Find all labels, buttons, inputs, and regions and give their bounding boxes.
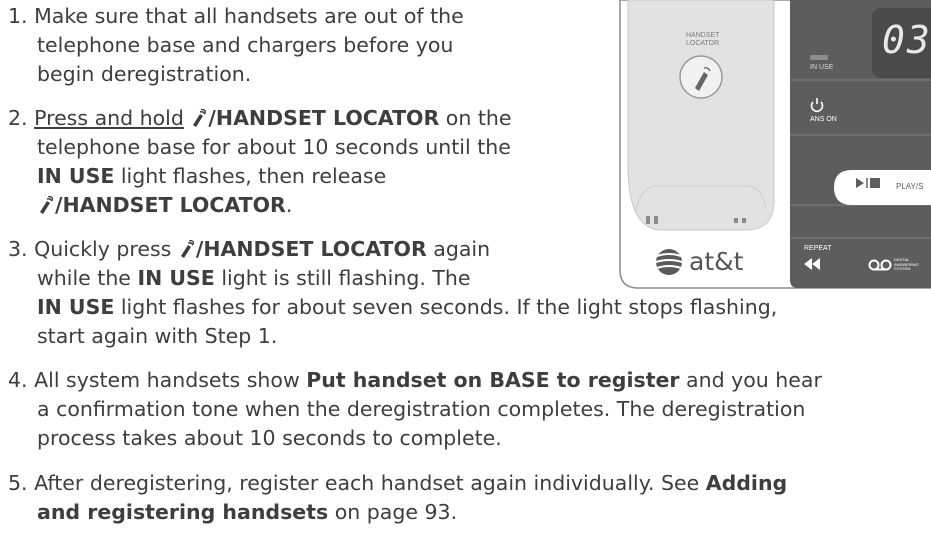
cross-reference: Adding [705, 471, 788, 495]
step-number: 3. [8, 237, 28, 261]
answering-system-caption: DIGITAL ANSWERING SYSTEM [894, 257, 919, 272]
caption-line: LOCATOR [686, 40, 720, 47]
in-use-label: IN USE [137, 266, 215, 290]
step-text: All system handsets show [34, 368, 307, 392]
step-4-line-1: 4. All system handsets show Put handset … [8, 366, 822, 394]
step-5-line-1: 5. After deregistering, register each ha… [8, 469, 787, 497]
press-and-hold-text: Press and hold [34, 106, 184, 130]
caption-line: SYSTEM [894, 266, 911, 271]
step-text: Make sure that all handsets are out of t… [34, 4, 464, 28]
step-5-line-2: and registering handsets on page 93. [37, 498, 457, 526]
step-text: Quickly press [34, 237, 178, 261]
step-1-line-3: begin deregistration. [37, 62, 252, 86]
step-3-line-1: 3. Quickly press /HANDSET LOCATOR again [8, 235, 490, 263]
handset-locator-icon [190, 109, 206, 127]
telephone-base-illustration: HANDSET LOCATOR IN USE 03 ANS ON PLAY/S … [614, 0, 931, 292]
step-number: 4. [8, 368, 28, 392]
step-text: on the [439, 106, 512, 130]
step-text: light flashes, then release [114, 164, 387, 188]
caption-line: HANDSET [686, 32, 720, 39]
step-1-line-1: 1. Make sure that all handsets are out o… [8, 2, 464, 30]
step-4-line-3: process takes about 10 seconds to comple… [37, 426, 502, 450]
step-2-line-3: IN USE light flashes, then release [37, 162, 386, 190]
step-text: light is still flashing. The [214, 266, 471, 290]
handset-locator-caption: HANDSET LOCATOR [686, 32, 720, 48]
in-use-caption: IN USE [810, 64, 834, 71]
handset-locator-icon [178, 240, 194, 258]
step-number: 1. [8, 4, 28, 28]
att-logo-icon [655, 249, 683, 275]
handset-locator-button [679, 55, 723, 99]
handset-locator-icon [37, 196, 53, 214]
in-use-light [810, 55, 828, 60]
handset-locator-label: /HANDSET LOCATOR [195, 237, 427, 261]
in-use-label: IN USE [37, 164, 115, 188]
step-3-line-3: IN USE light flashes for about seven sec… [37, 293, 777, 321]
step-text: After deregistering, register each hands… [34, 471, 706, 495]
step-text: on page 93. [328, 500, 458, 524]
step-1-line-2: telephone base and chargers before you [37, 33, 454, 57]
step-text: and you hear [679, 368, 822, 392]
step-text: while the [37, 266, 138, 290]
screen-message: Put handset on BASE to register [306, 368, 680, 392]
step-number: 2. [8, 106, 28, 130]
step-3-line-2: while the IN USE light is still flashing… [37, 264, 471, 292]
step-4-line-2: a confirmation tone when the deregistrat… [37, 397, 806, 421]
in-use-label: IN USE [37, 295, 115, 319]
display-counter: 03 [882, 18, 931, 62]
step-text: . [285, 193, 293, 217]
brand-wordmark: at&t [689, 247, 744, 276]
cross-reference: and registering handsets [37, 500, 329, 524]
ans-on-caption: ANS ON [810, 116, 837, 123]
step-2-line-1: 2. Press and hold /HANDSET LOCATOR on th… [8, 104, 512, 132]
handset-locator-label: /HANDSET LOCATOR [208, 106, 440, 130]
step-text: light flashes for about seven seconds. I… [114, 295, 778, 319]
step-2-line-2: telephone base for about 10 seconds unti… [37, 135, 511, 159]
step-text: again [426, 237, 491, 261]
handset-locator-label: /HANDSET LOCATOR [55, 193, 286, 217]
step-3-line-4: start again with Step 1. [37, 324, 278, 348]
step-number: 5. [8, 471, 28, 495]
play-caption: PLAY/S [896, 182, 924, 191]
step-2-line-4: /HANDSET LOCATOR. [37, 191, 292, 219]
repeat-caption: REPEAT [804, 245, 832, 252]
